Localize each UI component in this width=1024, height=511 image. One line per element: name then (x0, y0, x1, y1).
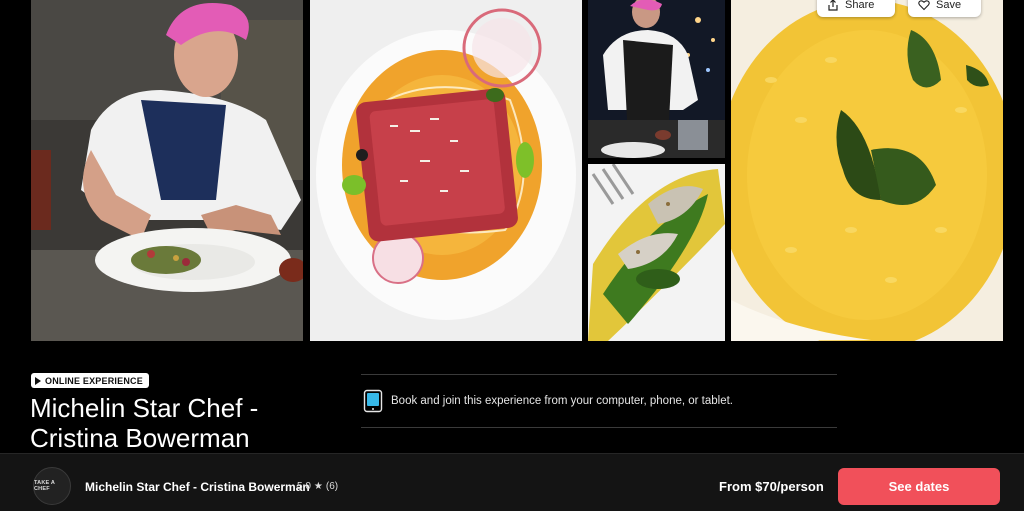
chef-plating-photo[interactable] (31, 0, 303, 341)
see-dates-button[interactable]: See dates (838, 468, 1000, 505)
divider (361, 427, 837, 428)
save-button[interactable]: Save (908, 0, 981, 17)
photo-gallery: Share Save (0, 0, 1024, 342)
fish-dish-photo[interactable] (588, 164, 725, 341)
rating[interactable]: 5.0 ★ (6) (297, 481, 338, 492)
footer-title: Michelin Star Chef - Cristina Bowerman (85, 480, 310, 494)
feature-online-booking: Book and join this experience from your … (363, 389, 733, 413)
star-icon: ★ (313, 481, 323, 492)
rating-value: 5.0 (297, 481, 311, 492)
share-button[interactable]: Share (817, 0, 895, 17)
risotto-photo[interactable] (731, 0, 1003, 341)
share-icon (828, 0, 838, 11)
tuna-dish-photo[interactable] (310, 0, 582, 341)
review-count: (6) (325, 481, 339, 492)
price: From $70/person (719, 479, 824, 494)
badge-label: ONLINE EXPERIENCE (45, 375, 143, 386)
booking-footer: TAKE A CHEF Michelin Star Chef - Cristin… (0, 453, 1024, 511)
divider (361, 374, 837, 375)
host-avatar[interactable]: TAKE A CHEF (33, 467, 71, 505)
heart-icon (918, 0, 930, 11)
online-experience-badge: ONLINE EXPERIENCE (31, 373, 149, 388)
feature-text: Book and join this experience from your … (391, 395, 734, 407)
share-label: Share (845, 0, 875, 11)
play-icon (35, 376, 41, 385)
experience-title: Michelin Star Chef - Cristina Bowerman (30, 393, 259, 453)
tablet-icon (363, 389, 383, 413)
chef-kitchen-photo[interactable] (588, 0, 725, 158)
avatar-text: TAKE A CHEF (34, 480, 55, 492)
save-label: Save (936, 0, 962, 11)
